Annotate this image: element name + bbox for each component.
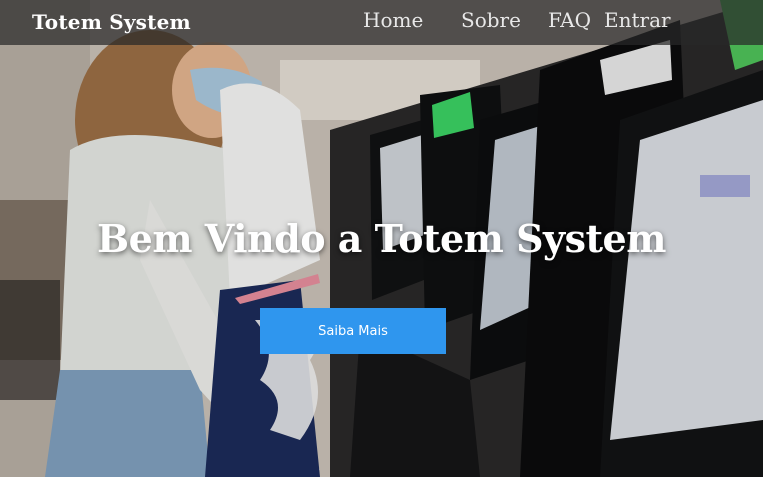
nav-link-faq[interactable]: FAQ: [548, 8, 591, 32]
navbar: Totem System Home Sobre FAQ Entrar: [0, 0, 763, 45]
nav-link-sobre[interactable]: Sobre: [461, 8, 521, 32]
nav-link-entrar[interactable]: Entrar: [604, 8, 671, 32]
hero-section: Totem System Home Sobre FAQ Entrar Bem V…: [0, 0, 763, 477]
saiba-mais-button[interactable]: Saiba Mais: [260, 308, 446, 354]
hero-headline: Bem Vindo a Totem System: [97, 216, 666, 261]
brand-logo-text[interactable]: Totem System: [32, 10, 191, 34]
nav-link-home[interactable]: Home: [363, 8, 423, 32]
